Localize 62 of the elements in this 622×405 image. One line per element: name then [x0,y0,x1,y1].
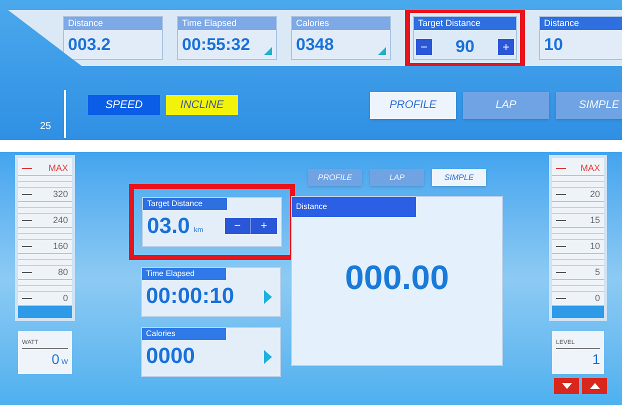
scale-label: 160 [52,242,68,251]
readout-value: 1 [592,350,600,369]
mode-button[interactable]: SPEED [88,95,160,115]
readout-value: 0 [52,350,60,369]
tick-mark [556,220,566,221]
view-button[interactable]: SIMPLE [432,169,486,186]
play-icon [264,290,272,304]
gauge-fill [552,306,604,318]
scale-label: 0 [594,294,600,303]
plus-button[interactable]: + [498,38,514,55]
stat-label: Distance [64,17,162,30]
play-icon [264,350,272,364]
scale-label: 80 [58,268,68,277]
stat-label: Time Elapsed [178,17,276,30]
card-value: 00:00:10 [146,282,234,310]
stat-value: 10 [544,34,563,56]
stat-label: Target Distance [414,17,516,30]
down-button[interactable] [554,378,579,394]
stat-value: 003.2 [68,34,111,56]
tick-mark [22,194,32,195]
card-label: Calories [142,328,226,340]
minus-button[interactable]: − [416,38,432,55]
tick-mark [22,272,32,273]
scale-label: 10 [590,242,600,251]
scale-line [64,90,66,138]
tick-mark [556,272,566,273]
tick-mark [556,246,566,247]
scale-label: MAX [580,164,600,173]
minus-button[interactable]: − [225,218,251,234]
mode-button[interactable]: INCLINE [166,95,238,115]
scale-label: 240 [52,216,68,225]
card-label: Distance [292,197,416,217]
gauge-fill [18,306,72,318]
card-label: Time Elapsed [142,268,226,280]
card-value: 03.0 [147,212,190,240]
scale-label: 15 [590,216,600,225]
up-button[interactable] [582,378,607,394]
stat-value: 90 [456,36,474,58]
stat-value: 0348 [296,34,334,56]
scale-label: 0 [62,294,68,303]
stat-label: Distance [540,17,622,30]
view-button[interactable]: PROFILE [370,92,456,118]
tick-mark [22,246,32,247]
scale-label: 5 [594,268,600,277]
scale-label: 25 [40,122,52,132]
tick-mark [556,168,566,169]
card-value: 0000 [146,342,195,370]
down-arrow-icon [562,383,572,389]
tick-mark [22,298,32,299]
plus-button[interactable]: + [251,218,277,234]
card-label: Target Distance [143,198,227,210]
stat-value: 00:55:32 [182,34,250,56]
tick-mark [556,298,566,299]
distance-value: 000.00 [344,258,450,299]
tick-mark [22,168,32,169]
scale-label: 20 [590,190,600,199]
up-arrow-icon [590,383,600,389]
tick-mark [22,220,32,221]
stat-label: Calories [292,17,390,30]
scale-label: MAX [48,164,68,173]
scale-label: 320 [52,190,68,199]
tick-mark [556,194,566,195]
